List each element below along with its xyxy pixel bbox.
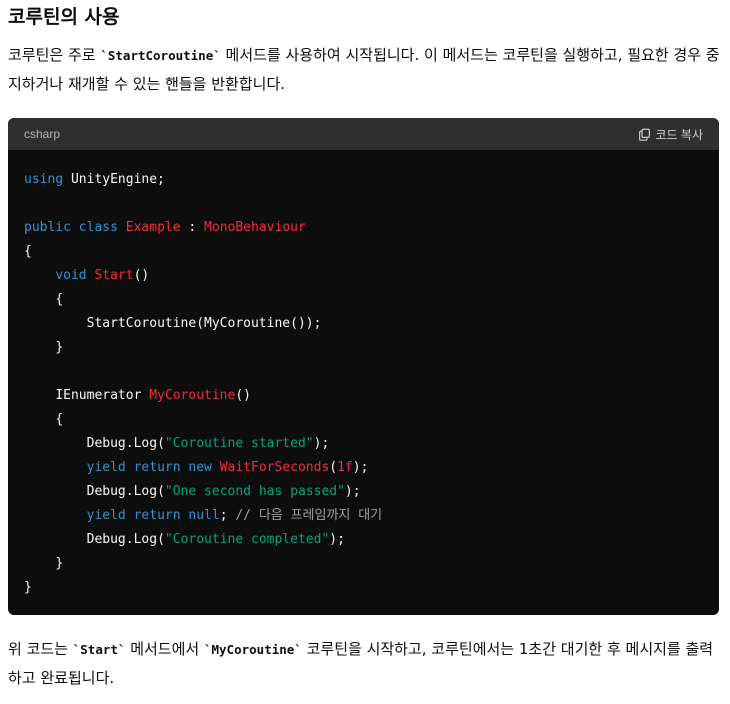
intro-text-pre: 코루틴은 주로 (8, 46, 101, 64)
code-token: yield (86, 460, 126, 475)
code-token: () (133, 268, 150, 283)
code-token: "Coroutine completed" (164, 532, 330, 547)
code-token: null (188, 508, 220, 523)
code-token: "One second has passed" (164, 484, 345, 499)
inline-code-start-coroutine: `StartCoroutine` (100, 48, 221, 63)
copy-code-button[interactable]: 코드 복사 (638, 126, 704, 143)
chat-message: 코루틴의 사용 코루틴은 주로 `StartCoroutine` 메서드를 사용… (0, 0, 730, 704)
code-token: { (24, 244, 32, 259)
code-line: } (24, 580, 32, 595)
code-line: } (55, 556, 63, 571)
code-line: Debug.Log("One second has passed"); (87, 484, 361, 499)
copy-code-label: 코드 복사 (655, 127, 704, 142)
code-token: ); (344, 484, 361, 499)
code-token: StartCoroutine(MyCoroutine()); (86, 316, 322, 331)
code-token: "Coroutine started" (164, 436, 314, 451)
code-language-label: csharp (24, 127, 61, 141)
code-block-header: csharp 코드 복사 (8, 118, 719, 150)
code-token: void (55, 268, 87, 283)
copy-icon (638, 128, 650, 141)
code-token: } (24, 580, 32, 595)
code-token: IEnumerator (55, 388, 150, 403)
code-line: using UnityEngine; (24, 172, 165, 187)
code-token: MonoBehaviour (204, 220, 306, 235)
intro-paragraph: 코루틴은 주로 `StartCoroutine` 메서드를 사용하여 시작됩니다… (8, 41, 722, 98)
code-token: class (78, 220, 118, 235)
code-line: { (55, 412, 63, 427)
code-token: () (235, 388, 251, 403)
code-token: Debug.Log( (86, 436, 165, 451)
code-token: UnityEngine; (63, 172, 165, 187)
code-token: } (55, 340, 64, 355)
code-token: 1f (337, 460, 353, 475)
code-line: { (24, 244, 32, 259)
code-token: Debug.Log( (86, 532, 165, 547)
code-line: StartCoroutine(MyCoroutine()); (87, 316, 322, 331)
inline-code-my-coroutine: `MyCoroutine` (203, 642, 302, 657)
code-line: public class Example : MonoBehaviour (24, 220, 306, 235)
code-line: yield return null; // 다음 프레임까지 대기 (87, 508, 383, 523)
code-token: ( (329, 460, 338, 475)
code-token: { (55, 292, 64, 307)
code-token: MyCoroutine (149, 388, 236, 403)
code-token: public (24, 220, 71, 235)
code-line: void Start() (55, 268, 149, 283)
code-line: { (55, 292, 63, 307)
summary-text-1: 위 코드는 (8, 640, 73, 658)
code-token: ; (219, 508, 228, 523)
code-token: ); (329, 532, 345, 547)
code-token: Start (94, 268, 134, 283)
code-token: return (133, 460, 181, 475)
code-token: Debug.Log( (86, 484, 165, 499)
code-token: ); (313, 436, 330, 451)
code-token: return (133, 508, 181, 523)
code-token: using (24, 172, 64, 187)
code-line: Debug.Log("Coroutine started"); (87, 436, 330, 451)
code-token: ); (352, 460, 369, 475)
code-line: yield return new WaitForSeconds(1f); (87, 460, 369, 475)
code-token: yield (86, 508, 126, 523)
code-line: Debug.Log("Coroutine completed"); (87, 532, 345, 547)
code-content[interactable]: using UnityEngine; public class Example … (8, 150, 719, 600)
code-token: : (180, 220, 205, 235)
code-block: csharp 코드 복사 using UnityEngine; public c… (8, 118, 719, 615)
code-token: WaitForSeconds (219, 460, 330, 475)
code-line: IEnumerator MyCoroutine() (55, 388, 251, 403)
code-token: Example (125, 220, 181, 235)
summary-paragraph: 위 코드는 `Start` 메서드에서 `MyCoroutine` 코루틴을 시… (8, 635, 722, 692)
section-heading: 코루틴의 사용 (8, 6, 120, 28)
code-token: { (55, 412, 64, 427)
summary-text-2: 메서드에서 (125, 640, 204, 658)
code-token: new (188, 460, 212, 475)
code-line: } (55, 340, 63, 355)
code-token: } (55, 556, 64, 571)
inline-code-start: `Start` (72, 642, 126, 657)
code-comment: // 다음 프레임까지 대기 (235, 508, 383, 523)
